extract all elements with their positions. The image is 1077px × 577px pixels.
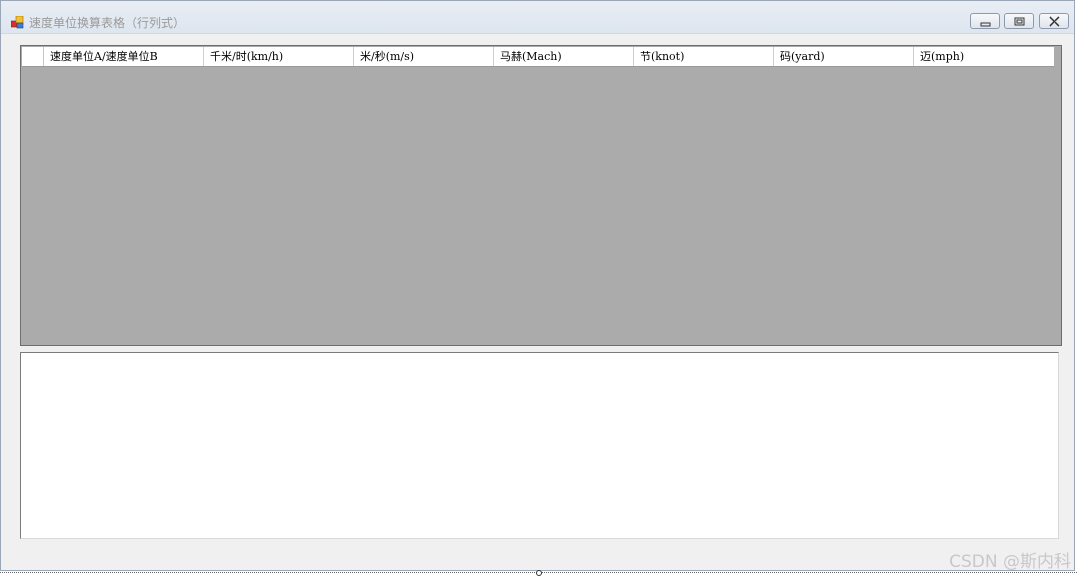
minimize-icon: [980, 22, 991, 27]
column-header-unit-a-b[interactable]: 速度单位A/速度单位B: [44, 47, 204, 66]
resize-handle[interactable]: [536, 570, 542, 576]
column-header-mach[interactable]: 马赫(Mach): [494, 47, 634, 66]
grid-corner-cell[interactable]: [22, 47, 44, 66]
watermark: CSDN @斯内科: [949, 552, 1071, 572]
window-title: 速度单位换算表格（行列式）: [29, 16, 186, 30]
column-header-ms[interactable]: 米/秒(m/s): [354, 47, 494, 66]
column-header-yard[interactable]: 码(yard): [774, 47, 914, 66]
grid-header-row: 速度单位A/速度单位B 千米/时(km/h) 米/秒(m/s) 马赫(Mach)…: [22, 47, 1054, 67]
maximize-button[interactable]: [1004, 13, 1034, 29]
title-bar[interactable]: 速度单位换算表格（行列式）: [1, 1, 1074, 34]
close-icon: [1049, 16, 1061, 27]
app-icon: [10, 14, 24, 29]
column-header-kmh[interactable]: 千米/时(km/h): [204, 47, 354, 66]
column-header-knot[interactable]: 节(knot): [634, 47, 774, 66]
minimize-button[interactable]: [970, 13, 1000, 29]
output-textbox[interactable]: [20, 352, 1059, 539]
maximize-icon: [1014, 17, 1025, 26]
column-header-mph[interactable]: 迈(mph): [914, 47, 1054, 66]
close-button[interactable]: [1039, 13, 1069, 29]
main-window: 速度单位换算表格（行列式） 速度单位A/速度单位B 千米/时(km/h) 米/秒…: [0, 0, 1075, 571]
conversion-grid[interactable]: 速度单位A/速度单位B 千米/时(km/h) 米/秒(m/s) 马赫(Mach)…: [20, 45, 1062, 346]
